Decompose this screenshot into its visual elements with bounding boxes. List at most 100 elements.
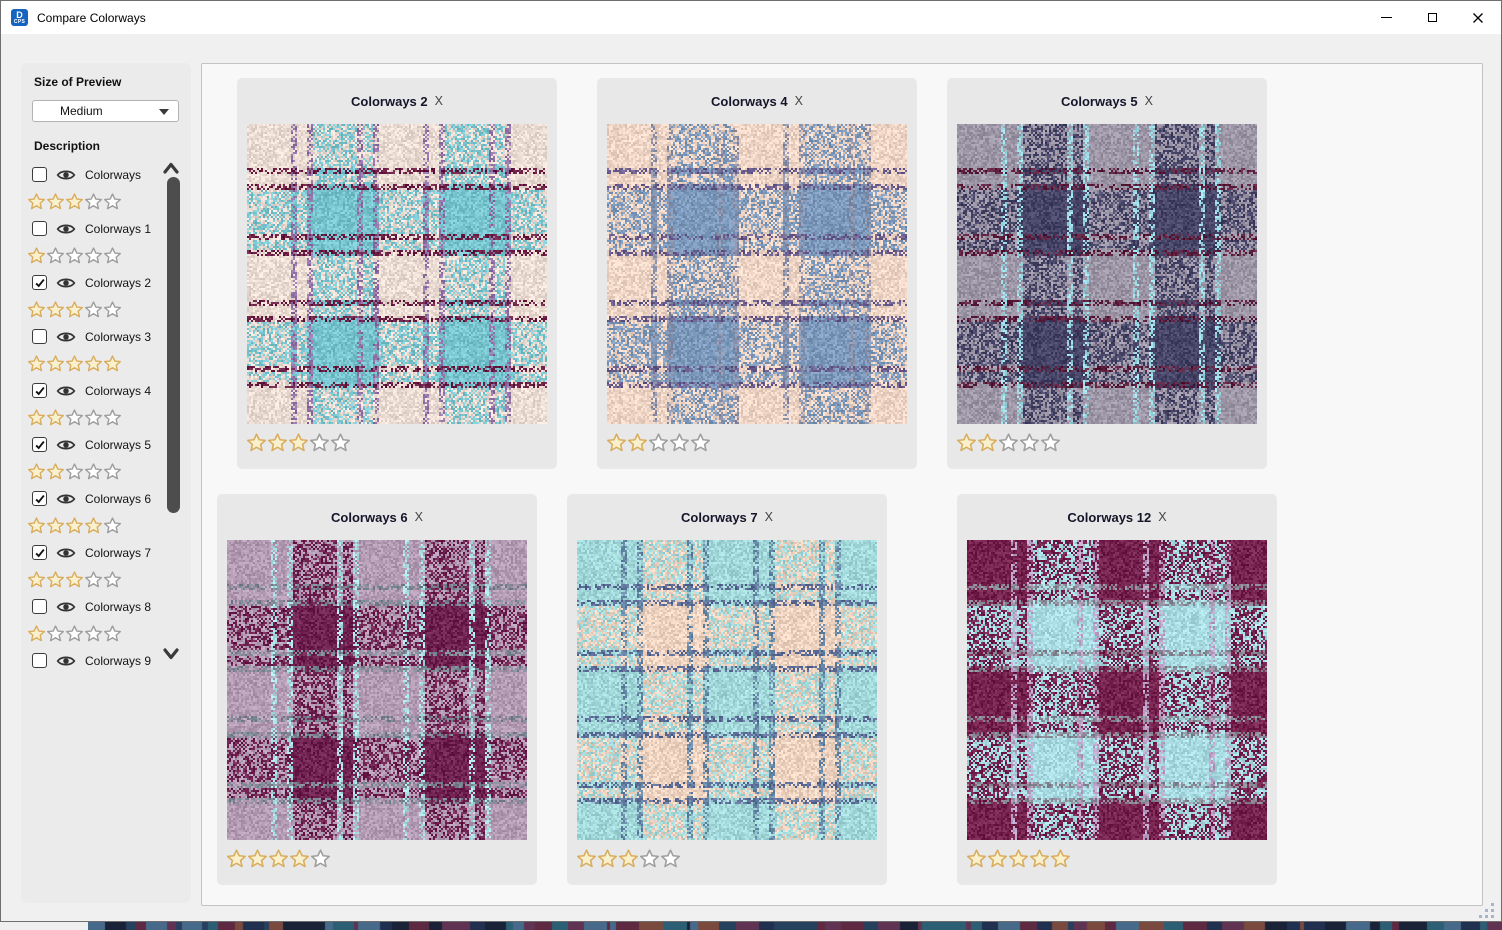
- star-empty-icon[interactable]: [85, 625, 102, 642]
- star-filled-icon[interactable]: [47, 463, 64, 480]
- star-empty-icon[interactable]: [104, 301, 121, 318]
- star-empty-icon[interactable]: [47, 625, 64, 642]
- star-empty-icon[interactable]: [661, 849, 680, 868]
- star-empty-icon[interactable]: [310, 433, 329, 452]
- visibility-checkbox[interactable]: [32, 221, 47, 236]
- star-empty-icon[interactable]: [104, 409, 121, 426]
- star-empty-icon[interactable]: [85, 193, 102, 210]
- star-filled-icon[interactable]: [66, 301, 83, 318]
- star-filled-icon[interactable]: [66, 193, 83, 210]
- star-empty-icon[interactable]: [85, 463, 102, 480]
- star-filled-icon[interactable]: [47, 517, 64, 534]
- star-empty-icon[interactable]: [85, 571, 102, 588]
- visibility-checkbox[interactable]: [32, 653, 47, 668]
- star-empty-icon[interactable]: [104, 625, 121, 642]
- star-empty-icon[interactable]: [999, 433, 1018, 452]
- star-empty-icon[interactable]: [104, 463, 121, 480]
- star-filled-icon[interactable]: [28, 247, 45, 264]
- eye-icon[interactable]: [56, 546, 76, 560]
- star-filled-icon[interactable]: [28, 571, 45, 588]
- star-filled-icon[interactable]: [1030, 849, 1049, 868]
- card-close-button[interactable]: X: [765, 510, 773, 524]
- star-filled-icon[interactable]: [247, 433, 266, 452]
- card-close-button[interactable]: X: [1145, 94, 1153, 108]
- card-close-button[interactable]: X: [795, 94, 803, 108]
- scrollbar-down-arrow[interactable]: [163, 648, 179, 660]
- star-filled-icon[interactable]: [607, 433, 626, 452]
- star-filled-icon[interactable]: [47, 355, 64, 372]
- star-empty-icon[interactable]: [66, 625, 83, 642]
- card-close-button[interactable]: X: [415, 510, 423, 524]
- star-filled-icon[interactable]: [28, 625, 45, 642]
- star-empty-icon[interactable]: [104, 517, 121, 534]
- visibility-checkbox[interactable]: [32, 329, 47, 344]
- star-empty-icon[interactable]: [670, 433, 689, 452]
- star-empty-icon[interactable]: [104, 571, 121, 588]
- star-filled-icon[interactable]: [227, 849, 246, 868]
- star-filled-icon[interactable]: [28, 517, 45, 534]
- eye-icon[interactable]: [56, 168, 76, 182]
- star-filled-icon[interactable]: [248, 849, 267, 868]
- visibility-checkbox[interactable]: [32, 167, 47, 182]
- maximize-button[interactable]: [1409, 1, 1455, 34]
- star-filled-icon[interactable]: [1051, 849, 1070, 868]
- star-filled-icon[interactable]: [28, 355, 45, 372]
- star-filled-icon[interactable]: [289, 433, 308, 452]
- star-filled-icon[interactable]: [577, 849, 596, 868]
- star-empty-icon[interactable]: [66, 409, 83, 426]
- scrollbar-thumb[interactable]: [167, 177, 180, 513]
- star-empty-icon[interactable]: [311, 849, 330, 868]
- star-empty-icon[interactable]: [66, 463, 83, 480]
- star-filled-icon[interactable]: [28, 301, 45, 318]
- star-filled-icon[interactable]: [290, 849, 309, 868]
- star-filled-icon[interactable]: [66, 517, 83, 534]
- close-button[interactable]: [1455, 1, 1501, 34]
- eye-icon[interactable]: [56, 330, 76, 344]
- star-filled-icon[interactable]: [268, 433, 287, 452]
- card-close-button[interactable]: X: [1158, 510, 1166, 524]
- star-filled-icon[interactable]: [85, 355, 102, 372]
- card-close-button[interactable]: X: [435, 94, 443, 108]
- star-filled-icon[interactable]: [988, 849, 1007, 868]
- star-filled-icon[interactable]: [28, 193, 45, 210]
- minimize-button[interactable]: [1363, 1, 1409, 34]
- visibility-checkbox[interactable]: [32, 275, 47, 290]
- resize-grip[interactable]: [1477, 901, 1495, 919]
- star-empty-icon[interactable]: [85, 409, 102, 426]
- star-empty-icon[interactable]: [104, 193, 121, 210]
- eye-icon[interactable]: [56, 276, 76, 290]
- star-filled-icon[interactable]: [628, 433, 647, 452]
- star-empty-icon[interactable]: [47, 247, 64, 264]
- star-empty-icon[interactable]: [1020, 433, 1039, 452]
- eye-icon[interactable]: [56, 438, 76, 452]
- star-filled-icon[interactable]: [47, 193, 64, 210]
- star-empty-icon[interactable]: [1041, 433, 1060, 452]
- star-empty-icon[interactable]: [66, 247, 83, 264]
- star-empty-icon[interactable]: [691, 433, 710, 452]
- star-filled-icon[interactable]: [967, 849, 986, 868]
- eye-icon[interactable]: [56, 222, 76, 236]
- star-filled-icon[interactable]: [619, 849, 638, 868]
- star-filled-icon[interactable]: [978, 433, 997, 452]
- star-empty-icon[interactable]: [649, 433, 668, 452]
- star-filled-icon[interactable]: [47, 571, 64, 588]
- star-empty-icon[interactable]: [85, 301, 102, 318]
- star-filled-icon[interactable]: [957, 433, 976, 452]
- star-empty-icon[interactable]: [104, 247, 121, 264]
- star-empty-icon[interactable]: [85, 247, 102, 264]
- eye-icon[interactable]: [56, 384, 76, 398]
- visibility-checkbox[interactable]: [32, 491, 47, 506]
- eye-icon[interactable]: [56, 600, 76, 614]
- visibility-checkbox[interactable]: [32, 383, 47, 398]
- star-filled-icon[interactable]: [598, 849, 617, 868]
- star-filled-icon[interactable]: [47, 409, 64, 426]
- star-empty-icon[interactable]: [640, 849, 659, 868]
- star-filled-icon[interactable]: [85, 517, 102, 534]
- visibility-checkbox[interactable]: [32, 599, 47, 614]
- visibility-checkbox[interactable]: [32, 437, 47, 452]
- star-filled-icon[interactable]: [28, 463, 45, 480]
- visibility-checkbox[interactable]: [32, 545, 47, 560]
- star-filled-icon[interactable]: [28, 409, 45, 426]
- star-filled-icon[interactable]: [66, 355, 83, 372]
- star-filled-icon[interactable]: [47, 301, 64, 318]
